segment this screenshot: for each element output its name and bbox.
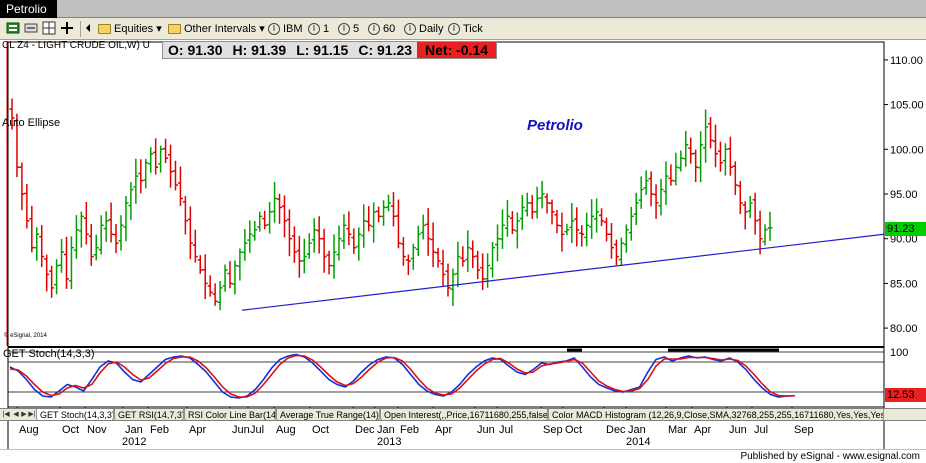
time-tick-label: Apr xyxy=(435,424,452,436)
toolbar-separator xyxy=(80,21,81,37)
interval-icon: I xyxy=(268,23,280,36)
dropdown-arrow-icon: ▾ xyxy=(156,23,162,35)
interval-button-60[interactable]: I 60 xyxy=(368,21,395,37)
time-tick-label: Apr xyxy=(189,424,206,436)
time-tick-label: Feb xyxy=(400,424,419,436)
time-tick-label: Jan xyxy=(377,424,395,436)
other-intervals-button[interactable]: Other Intervals ▾ xyxy=(168,21,265,37)
signal-bar xyxy=(668,348,779,352)
interval-button-5[interactable]: I5 xyxy=(338,21,359,37)
scroll-prev-icon[interactable]: ◀ xyxy=(12,409,20,420)
time-tick-label: Sep xyxy=(543,424,563,436)
dropdown-arrow-icon: ▾ xyxy=(259,23,265,35)
signal-bar xyxy=(567,348,582,352)
stochastic-title: GET Stoch(14,3,3) xyxy=(3,348,95,360)
equities-button[interactable]: Equities ▾ xyxy=(98,21,162,37)
time-tick-label: Jun xyxy=(232,424,250,436)
time-tick-label: Apr xyxy=(694,424,711,436)
price-tick-label: 110.00 xyxy=(890,55,923,67)
net-change-value: Net: -0.14 xyxy=(417,42,497,58)
high-value: H: 91.39 xyxy=(232,42,287,58)
time-tick-label: Sep xyxy=(794,424,814,436)
stochastic-last-value-marker: 12.53 xyxy=(885,388,926,402)
folder-icon xyxy=(168,24,181,35)
time-tick-label: Aug xyxy=(276,424,296,436)
price-tick-label: 95.00 xyxy=(890,189,918,201)
time-tick-label: Jul xyxy=(250,424,264,436)
price-tick-label: 100.00 xyxy=(890,144,924,156)
window-title[interactable]: Petrolio xyxy=(0,0,57,18)
ohlc-readout: O: 91.30 H: 91.39 L: 91.15 C: 91.23 Net: -0.… xyxy=(162,41,498,59)
price-tick-label: 105.00 xyxy=(890,100,924,112)
grid-icon[interactable] xyxy=(42,21,56,37)
interval-button-tick[interactable]: I Tick xyxy=(448,21,483,37)
study-tab-rsi[interactable]: GET RSI(14,7,3) xyxy=(114,409,184,420)
chart-title: Petrolio xyxy=(527,117,583,134)
arrow-left-icon[interactable] xyxy=(84,21,92,37)
study-tab-open-interest[interactable]: Open Interest(,,Price,16711680,255,false… xyxy=(380,409,548,420)
footer: Published by eSignal - www.esignal.com xyxy=(0,449,926,463)
interval-button-1[interactable]: I1 xyxy=(308,21,329,37)
chart-layout-icon[interactable] xyxy=(6,21,20,37)
price-tick-label: 80.00 xyxy=(890,323,918,335)
study-tab-stoch[interactable]: GET Stoch(14,3,3) xyxy=(36,409,114,420)
symbol-button[interactable]: I IBM xyxy=(268,21,303,37)
study-tab-macd[interactable]: Color MACD Histogram (12,26,9,Close,SMA,… xyxy=(548,409,884,420)
published-by: Published by eSignal - www.esignal.com xyxy=(740,451,920,462)
link-icon[interactable] xyxy=(24,21,38,37)
time-tick-label: Nov xyxy=(87,424,107,436)
open-value: O: 91.30 xyxy=(168,42,223,58)
interval-icon: I xyxy=(448,23,460,36)
time-tick-label: Jan xyxy=(628,424,646,436)
time-tick-label: Dec xyxy=(355,424,375,436)
study-tab-strip: |◀ ◀ ▶ ▶| GET Stoch(14,3,3) GET RSI(14,7… xyxy=(0,408,926,421)
interval-icon: I xyxy=(308,23,320,36)
time-tick-label: Dec xyxy=(606,424,626,436)
time-tick-label: Jun xyxy=(729,424,747,436)
toolbar: Equities ▾ Other Intervals ▾ I IBM I1 I5 … xyxy=(0,18,926,40)
time-tick-label: Aug xyxy=(19,424,39,436)
year-label: 2012 xyxy=(122,436,146,448)
interval-icon: I xyxy=(404,23,416,36)
auto-ellipse-label[interactable]: Auto Ellipse xyxy=(2,117,60,129)
stochastic-tick-label: 100 xyxy=(890,347,908,359)
scroll-next-icon[interactable]: ▶ xyxy=(20,409,28,420)
study-tab-rsi-color[interactable]: RSI Color Line Bar(14) xyxy=(184,409,276,420)
time-tick-label: Jul xyxy=(499,424,513,436)
time-tick-label: Jan xyxy=(125,424,143,436)
time-tick-label: Oct xyxy=(62,424,79,436)
title-bar: Petrolio xyxy=(0,0,926,18)
interval-icon: I xyxy=(368,23,380,36)
time-tick-label: Oct xyxy=(565,424,582,436)
low-value: L: 91.15 xyxy=(296,42,349,58)
time-tick-label: Jul xyxy=(754,424,768,436)
close-value: C: 91.23 xyxy=(358,42,413,58)
scroll-last-icon[interactable]: ▶| xyxy=(28,409,36,420)
time-tick-label: Feb xyxy=(150,424,169,436)
study-tab-atr[interactable]: Average True Range(14) xyxy=(276,409,380,420)
price-chart[interactable]: 100 80.0085.0090.0095.00100.00105.00110.… xyxy=(0,40,926,463)
symbol-description: CL Z4 - LIGHT CRUDE OIL,W) U xyxy=(2,40,150,51)
scroll-first-icon[interactable]: |◀ xyxy=(2,409,10,420)
time-tick-label: Mar xyxy=(668,424,687,436)
time-tick-label: Oct xyxy=(312,424,329,436)
watermark: © eSignal, 2014 xyxy=(4,333,47,339)
year-label: 2013 xyxy=(377,436,401,448)
interval-button-daily[interactable]: I Daily xyxy=(404,21,443,37)
year-label: 2014 xyxy=(626,436,650,448)
interval-icon: I xyxy=(338,23,350,36)
last-price-marker: 91.23 xyxy=(885,222,926,236)
time-tick-label: Jun xyxy=(477,424,495,436)
crosshair-icon[interactable] xyxy=(60,21,74,37)
price-tick-label: 85.00 xyxy=(890,278,918,290)
folder-icon xyxy=(98,24,111,35)
